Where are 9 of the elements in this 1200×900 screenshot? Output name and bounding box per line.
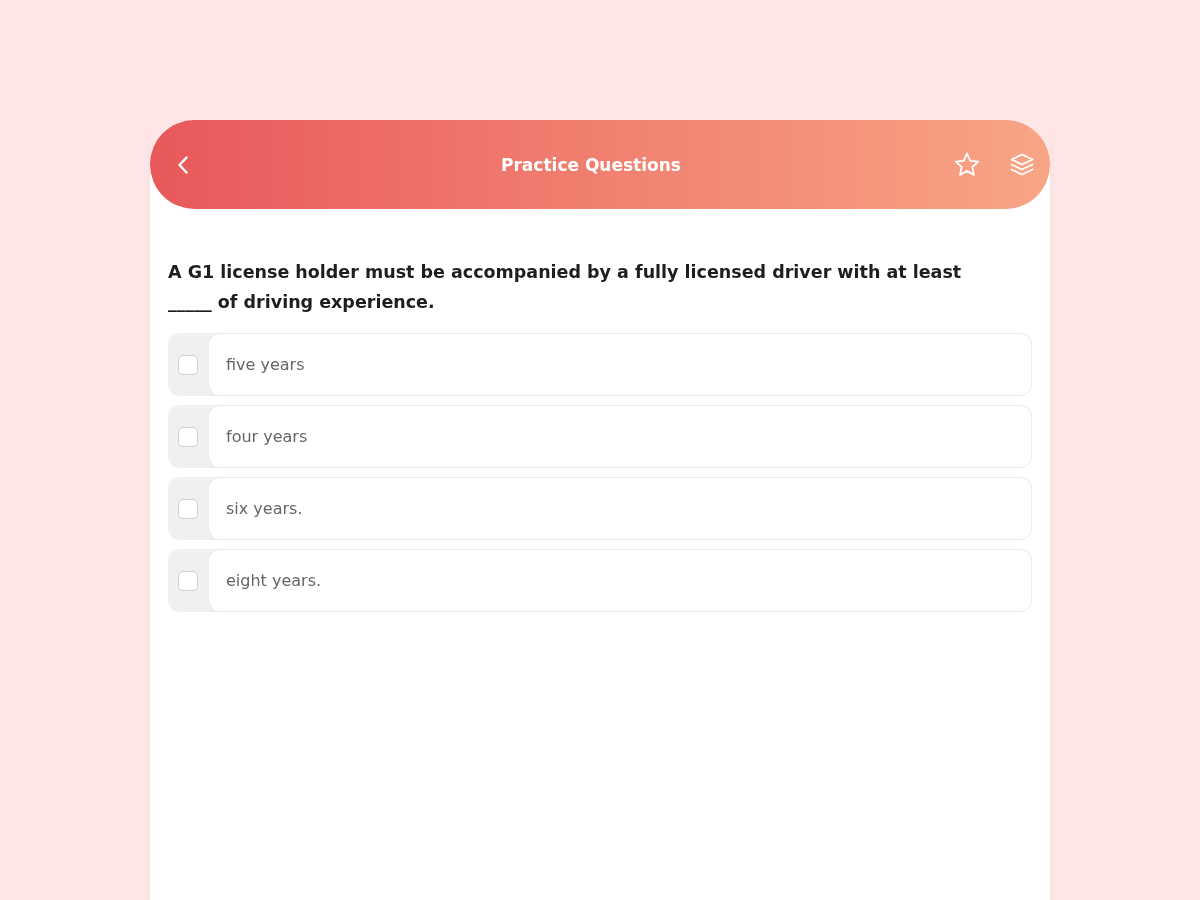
- back-icon[interactable]: [178, 155, 188, 174]
- question-text: A G1 license holder must be accompanied by a fully licensed driver with at least _____ of driving experience.: [168, 261, 963, 314]
- header-title: Practice Questions: [500, 154, 682, 175]
- checkbox[interactable]: [178, 426, 198, 447]
- checkbox[interactable]: [178, 354, 198, 375]
- checkbox[interactable]: [178, 570, 198, 591]
- checkbox[interactable]: [178, 498, 198, 519]
- layers-icon[interactable]: [1010, 152, 1034, 177]
- star-icon[interactable]: [954, 152, 980, 177]
